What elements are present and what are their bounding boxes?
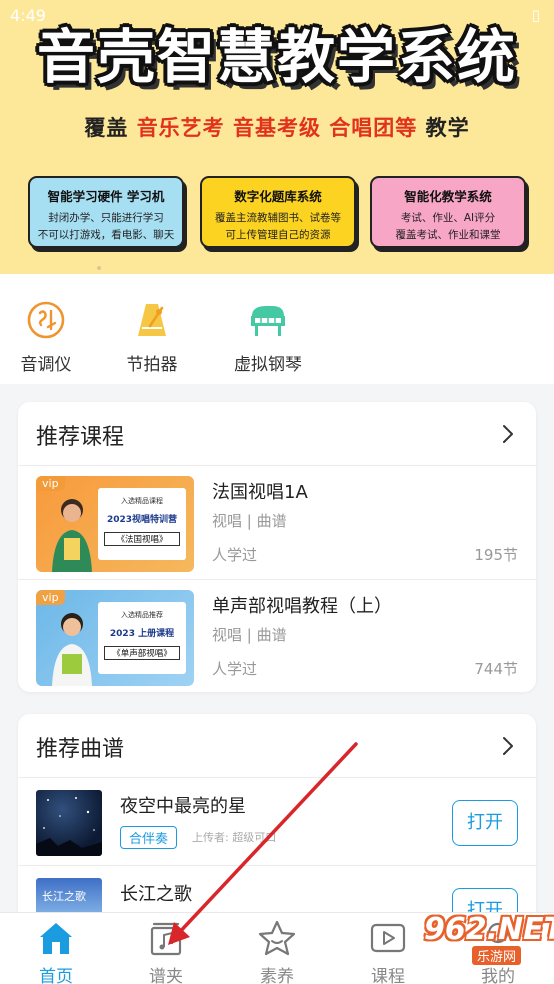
night-sky-image xyxy=(36,797,102,856)
score-uploader: 上传者: 超级可口 xyxy=(192,831,277,844)
recommended-scores-card: 推荐曲谱 夜空中最亮的星 合伴奏 上传者: 超级可口 打开 长江之歌 长江之歌 … xyxy=(18,714,536,924)
course-cover-board: 入选精品推荐 2023 上册课程 《单声部视唱》 xyxy=(98,602,186,674)
score-thumbnail xyxy=(36,790,102,856)
vip-badge: vip xyxy=(36,590,65,605)
feature-card-question-bank: 数字化题库系统 覆盖主流教辅图书、试卷等 可上传管理自己的资源 xyxy=(200,176,356,248)
course-cover-board: 入选精品课程 2023视唱特训营 《法国视唱》 xyxy=(98,488,186,560)
course-tags: 视唱 | 曲谱 xyxy=(212,626,287,644)
feature-card-hardware: 智能学习硬件 学习机 封闭办学、只能进行学习 不可以打游戏，看电影、聊天 xyxy=(28,176,184,248)
piano-icon xyxy=(251,306,285,336)
course-title: 法国视唱1A xyxy=(212,482,308,503)
tool-tuner[interactable]: 音调仪 xyxy=(16,300,76,375)
course-lesson-count: 744节 xyxy=(474,660,518,678)
scores-title: 推荐曲谱 xyxy=(36,737,125,762)
chevron-right-icon[interactable] xyxy=(498,423,518,445)
score-item[interactable]: 夜空中最亮的星 合伴奏 上传者: 超级可口 打开 xyxy=(18,780,536,866)
tab-score-folder[interactable]: 谱夹 xyxy=(131,919,201,984)
star-icon xyxy=(258,920,296,956)
course-learned: 人学过 xyxy=(212,546,258,564)
course-item[interactable]: vip 入选精品推荐 2023 上册课程 《单声部视唱》 单声部视唱教程（上） … xyxy=(18,582,536,692)
tab-home[interactable]: 首页 xyxy=(21,919,91,984)
video-course-icon xyxy=(370,923,406,953)
tool-virtual-piano[interactable]: 虚拟钢琴 xyxy=(228,300,308,375)
teacher-figure-icon xyxy=(52,613,92,686)
score-title: 长江之歌 xyxy=(120,884,192,905)
courses-header[interactable]: 推荐课程 xyxy=(18,402,536,466)
tab-literacy[interactable]: 素养 xyxy=(242,919,312,984)
course-thumbnail: vip 入选精品推荐 2023 上册课程 《单声部视唱》 xyxy=(36,590,194,686)
course-learned: 人学过 xyxy=(212,660,258,678)
course-tags: 视唱 | 曲谱 xyxy=(212,512,287,530)
courses-title: 推荐课程 xyxy=(36,425,125,450)
score-title: 夜空中最亮的星 xyxy=(120,796,246,817)
teacher-figure-icon xyxy=(52,499,92,572)
chevron-right-icon[interactable] xyxy=(498,735,518,757)
carousel-indicator xyxy=(97,266,101,270)
feature-card-teaching-system: 智能化教学系统 考试、作业、AI评分 覆盖考试、作业和课堂 xyxy=(370,176,526,248)
course-title: 单声部视唱教程（上） xyxy=(212,596,392,617)
course-lesson-count: 195节 xyxy=(474,546,518,564)
tool-metronome[interactable]: 节拍器 xyxy=(120,300,184,375)
recommended-courses-card: 推荐课程 vip 入选精品课程 2023视唱特训营 《法国视唱》 法国视唱1A … xyxy=(18,402,536,692)
course-thumbnail: vip 入选精品课程 2023视唱特训营 《法国视唱》 xyxy=(36,476,194,572)
tuner-icon xyxy=(27,301,65,339)
banner-title: 音壳智慧教学系统 xyxy=(36,23,517,91)
tool-row: 音调仪 节拍器 虚拟钢琴 xyxy=(0,274,554,384)
course-item[interactable]: vip 入选精品课程 2023视唱特训营 《法国视唱》 法国视唱1A 视唱 | … xyxy=(18,468,536,580)
vip-badge: vip xyxy=(36,476,65,491)
banner-subtitle: 覆盖 音乐艺考 音基考级 合唱团等 教学 xyxy=(84,116,470,140)
site-watermark: 962.NET 乐游网 xyxy=(424,912,554,965)
scores-header[interactable]: 推荐曲谱 xyxy=(18,714,536,778)
open-score-button[interactable]: 打开 xyxy=(452,800,518,846)
score-tag: 合伴奏 xyxy=(120,826,178,849)
metronome-icon xyxy=(138,304,166,336)
home-icon xyxy=(40,923,72,954)
promo-banner[interactable]: 4:49 ▯ 音壳智慧教学系统 覆盖 音乐艺考 音基考级 合唱团等 教学 智能学… xyxy=(0,0,554,274)
music-folder-icon xyxy=(150,922,182,956)
